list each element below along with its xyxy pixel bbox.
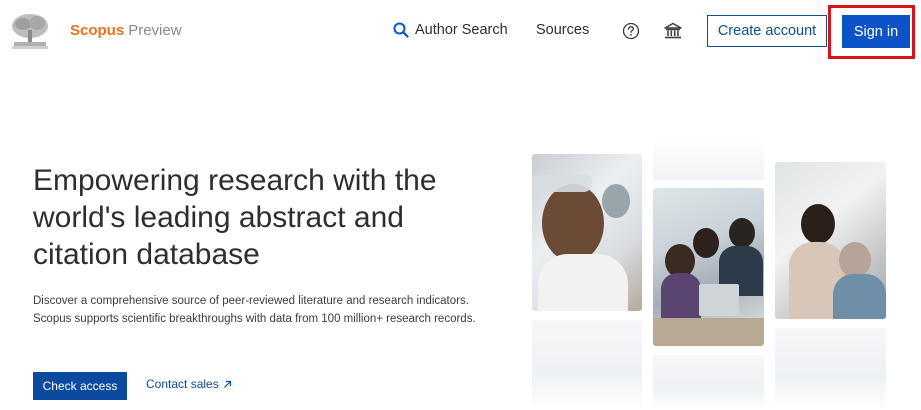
institution-icon [664, 22, 682, 39]
search-icon [393, 22, 409, 38]
collage-fade-tile [653, 140, 764, 180]
sign-in-button[interactable]: Sign in [842, 15, 910, 48]
hero-title: Empowering research with the world's lea… [33, 164, 437, 271]
author-search-link[interactable]: Author Search [393, 22, 508, 38]
brand-suffix: Preview [128, 22, 182, 39]
external-arrow-icon [223, 380, 231, 388]
collage-fade-tile [532, 320, 642, 410]
help-circle-icon [622, 22, 640, 40]
check-access-button[interactable]: Check access [33, 372, 127, 400]
colleagues-reviewing-photo [775, 162, 886, 319]
elsevier-logo[interactable] [8, 12, 52, 52]
help-button[interactable] [622, 22, 640, 40]
institution-button[interactable] [663, 21, 683, 41]
brand[interactable]: Scopus Preview [70, 22, 182, 39]
researchers-lab-photo [532, 154, 642, 311]
top-header: Scopus Preview Author Search Sources Crea… [0, 0, 921, 64]
hero-description: Discover a comprehensive source of peer-… [33, 295, 476, 325]
contact-sales-link[interactable]: Contact sales [146, 377, 232, 391]
author-search-label: Author Search [415, 22, 508, 38]
create-account-button[interactable]: Create account [707, 15, 827, 47]
brand-name: Scopus [70, 22, 125, 39]
students-laptop-photo [653, 188, 764, 346]
sources-link[interactable]: Sources [536, 22, 589, 38]
collage-fade-tile [775, 328, 886, 410]
contact-sales-label: Contact sales [146, 377, 219, 391]
collage-fade-tile [653, 355, 764, 410]
elsevier-tree-logo-icon [8, 12, 52, 52]
